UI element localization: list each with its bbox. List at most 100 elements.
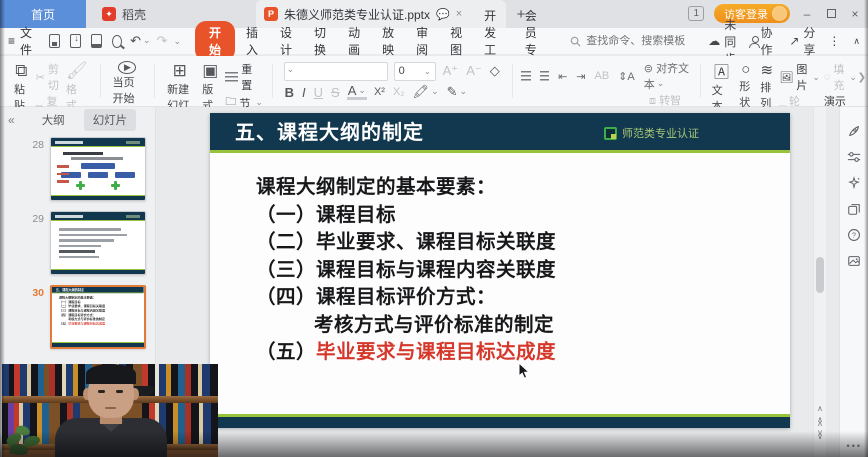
superscript-button[interactable]: X²	[373, 86, 386, 98]
play-from-current-button[interactable]: ▶ 当页开始	[107, 58, 147, 104]
hamburger-icon: ≡	[8, 34, 15, 48]
layout-button[interactable]: ▣ 版式	[197, 58, 223, 104]
new-slide-button[interactable]: ⊞ 新建幻灯片	[162, 58, 197, 104]
tab-slides[interactable]: 幻灯片	[84, 109, 137, 131]
highlight-button[interactable]: 🖍	[412, 84, 440, 100]
italic-button[interactable]: I	[301, 85, 307, 100]
ribbon-tab-animation[interactable]: 动画	[337, 21, 371, 61]
underline-button[interactable]: U	[313, 85, 324, 100]
slide-number: 29	[24, 211, 44, 225]
panel-collapse-icon[interactable]: «	[8, 113, 15, 127]
collaborate-button[interactable]: 协作	[749, 24, 776, 58]
thumb-mini-slide: 五、课程大纲的制定 课程大纲制定的基本要素： （一）课程目标 （二）毕业要求、课…	[52, 287, 144, 349]
body-line: （三）课程目标与课程内容关联度	[256, 257, 790, 285]
font-family-select[interactable]	[284, 62, 388, 81]
export-image-icon[interactable]	[846, 253, 862, 269]
align-text-button[interactable]: ⊜ 对齐文本	[644, 60, 691, 92]
slides-copy-icon[interactable]	[846, 201, 862, 217]
textbox-icon: 🄰	[714, 61, 729, 82]
sidebar-more-dots[interactable]: •••	[847, 441, 862, 451]
fill-button[interactable]: ◌ 填充	[824, 61, 857, 93]
cut-button[interactable]: ✂ 剪切	[36, 61, 59, 93]
tab-docer[interactable]: ✦ 稻壳	[86, 0, 196, 28]
slide-thumbnail-29[interactable]	[50, 211, 146, 275]
slide-thumb-row-30: 30 五、课程大纲的制定 课程大纲制定的基本要素： （一）课程目标 （二）毕业要…	[0, 280, 155, 354]
char-spacing-icon[interactable]: AB	[595, 70, 610, 82]
font-color-button[interactable]: A	[347, 84, 367, 100]
previous-slide-icon[interactable]: ∧∧	[817, 418, 823, 426]
subscript-button[interactable]: X₂	[392, 86, 406, 98]
right-sidebar: ?	[839, 107, 868, 457]
editing-canvas[interactable]: 五、课程大纲的制定 师范类专业认证 课程大纲制定的基本要素： （一）课程目标 （…	[156, 107, 826, 457]
clear-format-icon[interactable]: ◇	[489, 63, 501, 79]
pen-button[interactable]: ✎	[446, 84, 468, 100]
ribbon-tab-review[interactable]: 审阅	[405, 21, 439, 61]
format-painter-button[interactable]: 🖌 格式刷	[61, 58, 93, 104]
effects-wand-icon[interactable]	[846, 175, 862, 191]
collapse-ribbon-icon[interactable]: ∧	[853, 36, 860, 47]
paste-button[interactable]: ⧉ 粘贴	[9, 58, 34, 104]
textbox-button[interactable]: 🄰 文本框	[708, 58, 736, 104]
slide-number: 28	[24, 137, 44, 151]
undo-icon[interactable]: ↶	[128, 33, 152, 49]
arrange-button[interactable]: ≋ 排列	[756, 58, 777, 104]
ribbon-tab-slideshow[interactable]: 放映	[371, 21, 405, 61]
thumb-header	[51, 138, 145, 147]
numbered-list-icon[interactable]	[540, 71, 549, 81]
scrollbar-thumb[interactable]	[816, 257, 824, 293]
line-spacing-icon[interactable]: ⇕A	[618, 70, 635, 83]
shapes-button[interactable]: ○ 形状	[735, 58, 756, 104]
reset-button[interactable]: 重置	[225, 61, 263, 93]
slide-title-bar[interactable]: 五、课程大纲的制定 师范类专业认证	[210, 113, 790, 153]
window-count-badge[interactable]: 1	[688, 6, 704, 21]
docer-icon: ✦	[102, 7, 116, 21]
layers-icon: ≋	[761, 61, 774, 79]
properties-sliders-icon[interactable]	[846, 149, 862, 165]
more-menu-icon[interactable]: ⋮	[828, 34, 840, 48]
print-preview-icon[interactable]	[112, 35, 122, 48]
bullet-list-icon[interactable]	[521, 71, 530, 81]
decrease-indent-icon[interactable]: ⇤	[558, 70, 567, 83]
slide-thumbnail-28[interactable]	[50, 137, 146, 201]
save-icon[interactable]	[49, 34, 60, 48]
search-input[interactable]	[586, 35, 706, 47]
file-menu[interactable]: ≡ 文件	[8, 24, 43, 58]
print-icon[interactable]	[91, 34, 102, 48]
increase-indent-icon[interactable]: ⇥	[576, 70, 585, 83]
slide-number-selected: 30	[24, 285, 44, 299]
command-search[interactable]	[570, 35, 706, 47]
picture-button[interactable]: 🖼 图片	[779, 61, 820, 93]
next-slide-icon[interactable]: ∨∨	[817, 431, 823, 439]
decrease-font-icon[interactable]: A⁻	[465, 63, 483, 79]
export-icon[interactable]	[70, 34, 81, 48]
ribbon-tab-insert[interactable]: 插入	[235, 21, 269, 61]
ribbon-tab-home[interactable]: 开始	[195, 21, 235, 61]
strikethrough-button[interactable]: S	[330, 85, 341, 100]
increase-font-icon[interactable]: A⁺	[442, 63, 460, 79]
thumb-header	[51, 212, 145, 221]
help-icon[interactable]: ?	[846, 227, 862, 243]
font-size-select[interactable]: 0 ⌄	[394, 62, 436, 81]
share-button[interactable]: ↗ 分享	[789, 24, 815, 58]
scroll-up-icon[interactable]: ∧	[817, 404, 823, 413]
ribbon-tab-view[interactable]: 视图	[439, 21, 473, 61]
assistant-rocket-icon[interactable]	[846, 123, 862, 139]
ribbon-tab-transition[interactable]: 切换	[303, 21, 337, 61]
slide-body-text[interactable]: 课程大纲制定的基本要素： （一）课程目标 （二）毕业要求、课程目标关联度 （三）…	[210, 153, 790, 367]
new-slide-icon: ⊞	[173, 61, 187, 81]
redo-icon[interactable]: ↷	[155, 33, 170, 49]
thumb-footer	[52, 342, 144, 347]
bold-button[interactable]: B	[284, 85, 295, 100]
quick-access-dropdown-icon[interactable]: ⌄	[171, 36, 183, 47]
slide-thumbnail-30-selected[interactable]: 五、课程大纲的制定 课程大纲制定的基本要素： （一）课程目标 （二）毕业要求、课…	[50, 285, 146, 349]
logo-text: 师范类专业认证	[622, 125, 699, 141]
current-slide[interactable]: 五、课程大纲的制定 师范类专业认证 课程大纲制定的基本要素： （一）课程目标 （…	[210, 113, 790, 428]
tab-outline[interactable]: 大纲	[33, 109, 74, 131]
cloud-sync-icon: ☁	[708, 34, 720, 48]
ribbon-tab-design[interactable]: 设计	[269, 21, 303, 61]
slide-footer-bar	[210, 414, 790, 428]
canvas-scrollbar[interactable]: ∧ ∧∧ ∨∨	[813, 107, 826, 457]
ribbon-expand-icon[interactable]: ❯	[858, 72, 866, 83]
file-menu-label: 文件	[20, 24, 33, 58]
slide-title[interactable]: 五、课程大纲的制定	[210, 113, 790, 153]
